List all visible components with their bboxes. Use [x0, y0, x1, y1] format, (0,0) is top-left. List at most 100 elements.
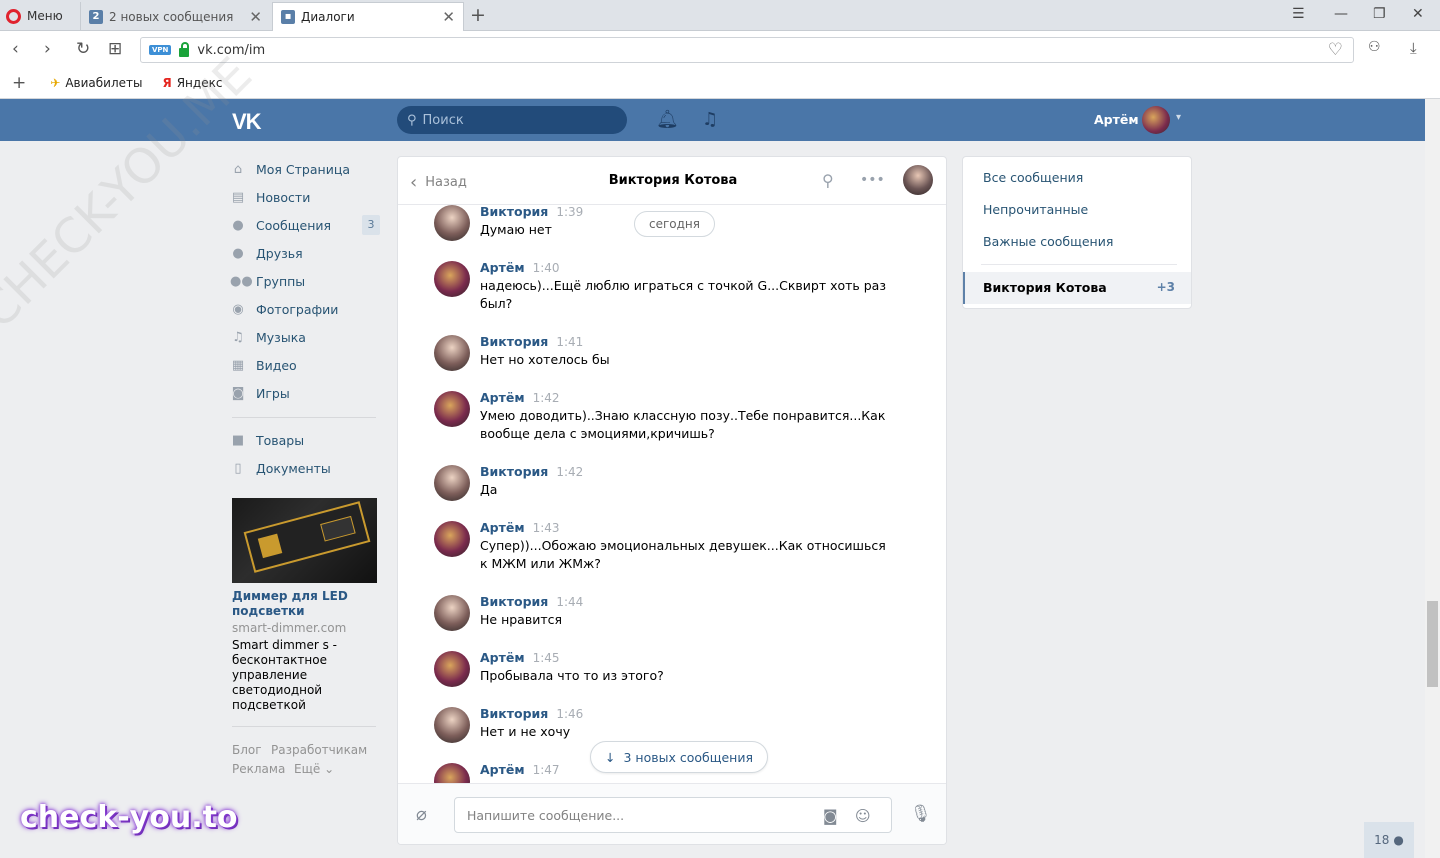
message-time: 1:39 [556, 205, 584, 219]
sidebar-item-messages[interactable]: ● Сообщения 3 [230, 214, 380, 236]
avatar[interactable] [434, 707, 470, 743]
ad-domain[interactable]: smart-dimmer.com [232, 621, 346, 635]
sidebar-item-photos[interactable]: ◉ Фотографии [230, 298, 380, 320]
message-author[interactable]: Виктория [480, 205, 548, 219]
new-tab-icon[interactable]: + [470, 4, 486, 26]
tab-dialogs[interactable]: ▪ Диалоги ✕ [272, 2, 464, 31]
message-composer: ⌀ Напишите сообщение... ◙ ☺ 🎙︎ [398, 783, 946, 844]
vpn-badge[interactable]: VPN [149, 45, 172, 55]
filter-unread[interactable]: Непрочитанные [983, 202, 1088, 217]
avatar[interactable] [434, 651, 470, 687]
tab-new-messages[interactable]: 2 2 новых сообщения ✕ [80, 2, 270, 31]
add-bookmark-icon[interactable]: + [12, 73, 26, 93]
avatar[interactable] [434, 465, 470, 501]
message-author[interactable]: Виктория [480, 706, 548, 721]
footer-link-more[interactable]: Ещё ⌄ [294, 762, 334, 776]
forward-icon[interactable]: › [44, 39, 51, 59]
ad-title[interactable]: Диммер для LED подсветки [232, 589, 377, 619]
user-icon: ● [1393, 833, 1404, 847]
new-messages-button[interactable]: ↓ 3 новых сообщения [590, 741, 768, 773]
footer-link-blog[interactable]: Блог [232, 743, 262, 757]
message-time: 1:41 [556, 335, 584, 349]
avatar[interactable] [903, 165, 933, 195]
back-button[interactable]: ‹ Назад [410, 172, 467, 193]
close-tab-icon[interactable]: ✕ [442, 8, 455, 26]
search-input[interactable]: ⚲ Поиск [397, 106, 627, 134]
home-icon: ⌂ [233, 162, 243, 177]
avatar[interactable] [434, 261, 470, 297]
speed-dial-icon[interactable]: ⊞ [108, 39, 122, 59]
groups-icon: ●● [230, 274, 253, 289]
microphone-icon[interactable]: 🎙︎ [910, 804, 932, 824]
gamepad-icon: ◙ [231, 386, 245, 401]
restore-icon[interactable]: ❐ [1373, 6, 1386, 22]
avatar[interactable] [434, 763, 470, 783]
sidebar-item-music[interactable]: ♫ Музыка [230, 326, 380, 348]
camera-icon[interactable]: ◙ [823, 807, 838, 825]
message-input[interactable]: Напишите сообщение... ◙ ☺ [454, 797, 892, 833]
message-author[interactable]: Виктория [480, 334, 548, 349]
avatar[interactable] [434, 391, 470, 427]
bell-icon[interactable]: 🔔︎ [656, 109, 679, 130]
heart-icon[interactable]: ♡ [1328, 40, 1343, 60]
search-icon[interactable]: ⚲ [822, 171, 834, 190]
avatar[interactable] [434, 521, 470, 557]
message-author[interactable]: Артём [480, 390, 525, 405]
sidebar-item-my-page[interactable]: ⌂ Моя Страница [230, 158, 380, 180]
new-messages-label: 3 новых сообщения [623, 749, 753, 765]
avatar[interactable] [434, 205, 470, 241]
online-friends-button[interactable]: 18 ● [1364, 822, 1414, 858]
message-text: Да [480, 482, 498, 497]
footer-link-developers[interactable]: Разработчикам [271, 743, 367, 757]
message-author[interactable]: Артём [480, 260, 525, 275]
sidebar-item-friends[interactable]: ● Друзья [230, 242, 380, 264]
filter-all-messages[interactable]: Все сообщения [983, 170, 1083, 185]
ad-image[interactable] [232, 498, 377, 583]
lock-icon[interactable] [179, 41, 190, 57]
sidebar-item-news[interactable]: ▤ Новости [230, 186, 380, 208]
page-scrollbar[interactable] [1425, 99, 1440, 858]
sidebar-item-label: Сообщения [256, 217, 332, 233]
opera-menu-button[interactable]: Меню [6, 4, 63, 28]
sidebar-item-goods[interactable]: ■ Товары [230, 429, 380, 451]
footer-link-ads[interactable]: Реклама [232, 762, 285, 776]
close-window-icon[interactable]: ✕ [1412, 6, 1424, 22]
back-icon[interactable]: ‹ [12, 39, 19, 59]
bookmark-aviabilety[interactable]: ✈ Авиабилеты [50, 76, 142, 90]
more-options-icon[interactable]: ••• [860, 172, 885, 188]
message-author[interactable]: Виктория [480, 464, 548, 479]
reload-icon[interactable]: ↻ [76, 39, 90, 59]
active-dialog-item[interactable]: Виктория Котова +3 [963, 272, 1191, 304]
scrollbar-thumb[interactable] [1427, 601, 1438, 687]
sidebar-item-label: Фотографии [256, 301, 339, 317]
avatar[interactable] [1142, 106, 1170, 134]
avatar[interactable] [434, 335, 470, 371]
music-icon[interactable]: ♫ [702, 109, 718, 130]
extension-icon[interactable]: ⚇ [1368, 39, 1381, 55]
emoji-icon[interactable]: ☺ [855, 807, 871, 825]
paperclip-icon[interactable]: ⌀ [416, 804, 427, 825]
sidebar-item-groups[interactable]: ●● Группы [230, 270, 380, 292]
url-field[interactable]: VPN vk.com/im ♡ [140, 37, 1354, 63]
message-author[interactable]: Виктория [480, 594, 548, 609]
minimize-icon[interactable]: — [1334, 6, 1348, 22]
message-time: 1:45 [532, 651, 560, 665]
dialog-name: Виктория Котова [983, 280, 1107, 295]
menu-label: Меню [27, 9, 63, 23]
sidebar-item-games[interactable]: ◙ Игры [230, 382, 380, 404]
sidebar-item-documents[interactable]: ▯ Документы [230, 457, 380, 479]
filter-important[interactable]: Важные сообщения [983, 234, 1113, 249]
avatar[interactable] [434, 595, 470, 631]
sidebar-item-video[interactable]: ▦ Видео [230, 354, 380, 376]
download-icon[interactable]: ⤓ [1410, 39, 1417, 57]
message-author[interactable]: Артём [480, 520, 525, 535]
message-author[interactable]: Артём [480, 762, 525, 777]
sidebar-item-label: Новости [256, 189, 311, 205]
message-time: 1:42 [556, 465, 584, 479]
message-placeholder: Напишите сообщение... [467, 807, 625, 823]
tab-menu-icon[interactable]: ☰ [1292, 6, 1305, 22]
user-name[interactable]: Артём [1094, 112, 1139, 127]
close-tab-icon[interactable]: ✕ [249, 8, 262, 26]
message-author[interactable]: Артём [480, 650, 525, 665]
chevron-down-icon[interactable]: ▾ [1176, 112, 1181, 123]
